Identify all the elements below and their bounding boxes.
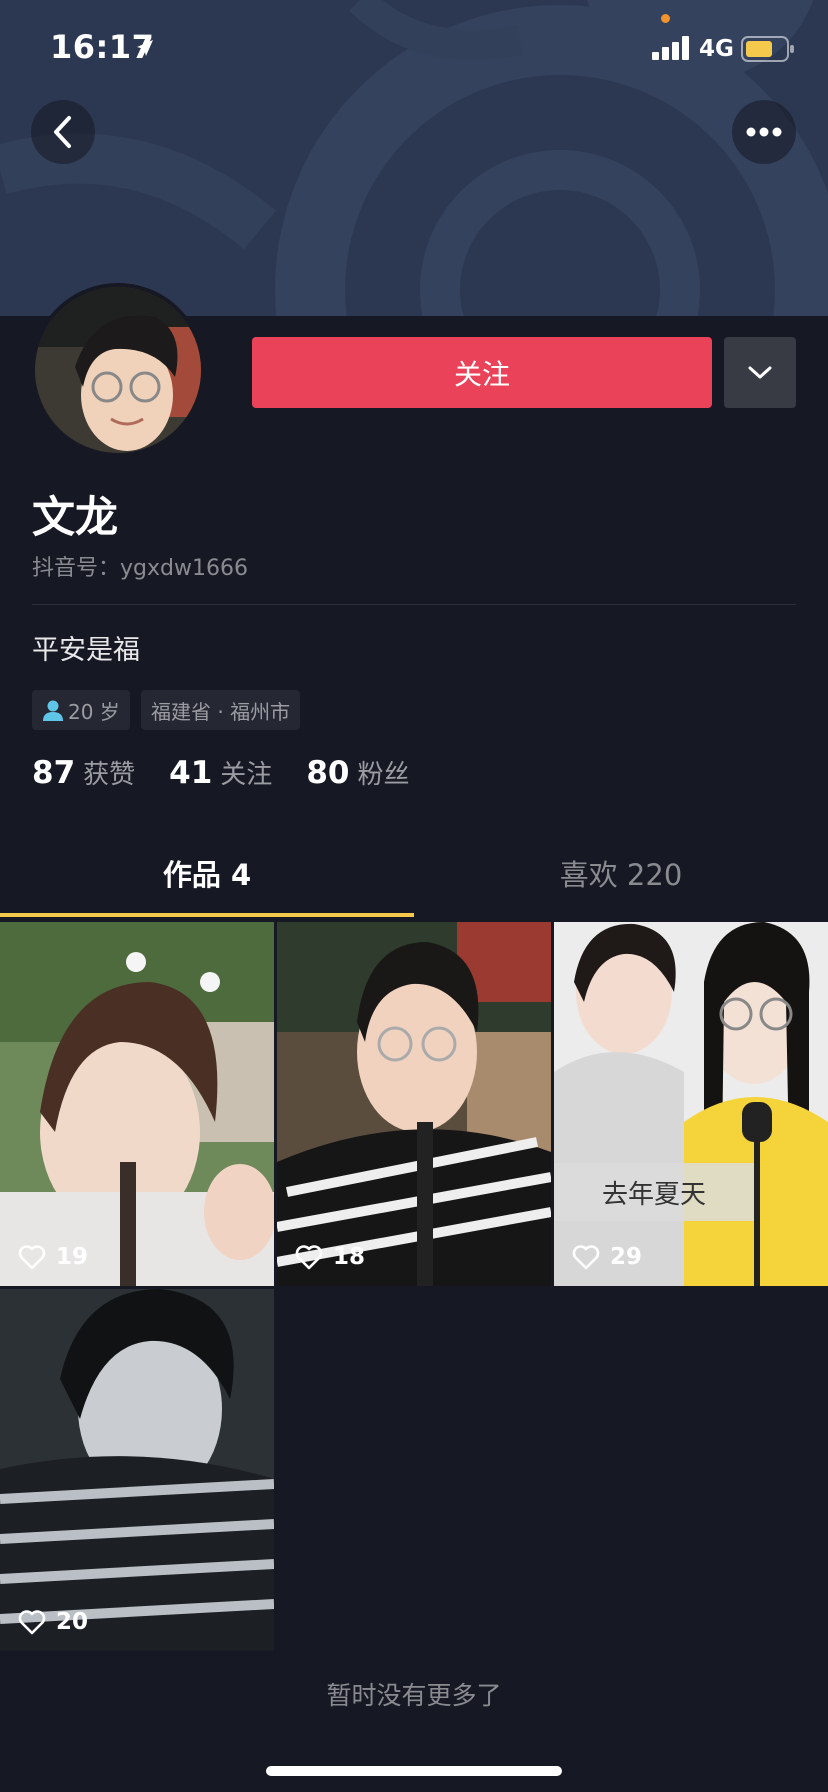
heart-icon — [18, 1244, 46, 1269]
age-text: 20 岁 — [68, 699, 120, 724]
back-button[interactable] — [31, 100, 95, 164]
douyin-id: 抖音号：ygxdw1666 — [32, 556, 248, 581]
home-indicator[interactable] — [266, 1766, 562, 1776]
video-thumbnail-image — [0, 922, 274, 1286]
video-caption: 去年夏天 — [554, 1163, 754, 1221]
video-thumbnail-4[interactable]: 20 — [0, 1289, 274, 1651]
profile-divider — [32, 604, 796, 605]
video-likes: 18 — [295, 1244, 365, 1270]
stat-followers-label: 粉丝 — [357, 760, 410, 790]
profile-bio: 平安是福 — [32, 635, 140, 666]
location-tag: 福建省 · 福州市 — [141, 690, 301, 730]
stat-likes-count: 87 — [32, 755, 76, 791]
status-bar: 16:17 4G — [0, 0, 828, 100]
stat-following-label: 关注 — [220, 760, 273, 790]
video-thumbnail-image — [277, 922, 551, 1286]
profile-stats: 87 获赞 41 关注 80 粉丝 — [32, 754, 443, 791]
avatar-photo — [35, 287, 201, 453]
more-options-button[interactable] — [732, 100, 796, 164]
follow-button[interactable]: 关注 — [252, 337, 712, 408]
stat-following[interactable]: 41 关注 — [169, 754, 272, 791]
video-thumbnail-image — [0, 1289, 274, 1651]
profile-tabs: 作品 4 喜欢 220 — [0, 852, 828, 916]
chevron-down-icon — [748, 366, 772, 378]
tab-works[interactable]: 作品 4 — [0, 852, 414, 916]
video-likes-count: 19 — [56, 1244, 89, 1270]
location-arrow-icon — [137, 40, 153, 56]
video-thumbnail-2[interactable]: 18 — [277, 922, 551, 1286]
video-likes: 19 — [18, 1244, 88, 1270]
signal-icon — [652, 36, 689, 60]
video-thumbnail-image — [554, 922, 828, 1286]
video-likes: 29 — [572, 1244, 642, 1270]
profile-avatar[interactable] — [31, 283, 205, 457]
stat-likes-label: 获赞 — [83, 760, 136, 790]
age-tag: 20 岁 — [32, 690, 130, 730]
stat-followers-count: 80 — [306, 755, 350, 791]
video-thumbnail-3[interactable]: 去年夏天 29 — [554, 922, 828, 1286]
privacy-indicator-dot — [661, 14, 670, 23]
active-tab-indicator — [0, 913, 414, 917]
profile-nickname: 文龙 — [32, 493, 118, 543]
no-more-content-text: 暂时没有更多了 — [326, 1681, 502, 1710]
recommend-dropdown-button[interactable] — [724, 337, 796, 408]
video-likes-count: 20 — [56, 1609, 89, 1635]
stat-likes[interactable]: 87 获赞 — [32, 754, 135, 791]
male-person-icon — [43, 700, 63, 721]
stat-followers[interactable]: 80 粉丝 — [306, 754, 409, 791]
chevron-left-icon — [54, 116, 71, 148]
video-likes: 20 — [18, 1609, 88, 1635]
video-likes-count: 18 — [333, 1244, 366, 1270]
location-text: 福建省 · 福州市 — [151, 699, 291, 724]
heart-icon — [572, 1244, 600, 1269]
video-thumbnail-1[interactable]: 19 — [0, 922, 274, 1286]
battery-icon — [741, 36, 794, 62]
heart-icon — [295, 1244, 323, 1269]
stat-following-count: 41 — [169, 755, 213, 791]
tab-liked[interactable]: 喜欢 220 — [414, 852, 828, 916]
profile-screen: 16:17 4G 关注 文龙 抖音号：ygxdw1666 平安是福 20 岁 福… — [0, 0, 828, 1792]
video-likes-count: 29 — [610, 1244, 643, 1270]
heart-icon — [18, 1609, 46, 1634]
more-dots-icon — [746, 127, 782, 137]
network-type: 4G — [699, 36, 734, 62]
